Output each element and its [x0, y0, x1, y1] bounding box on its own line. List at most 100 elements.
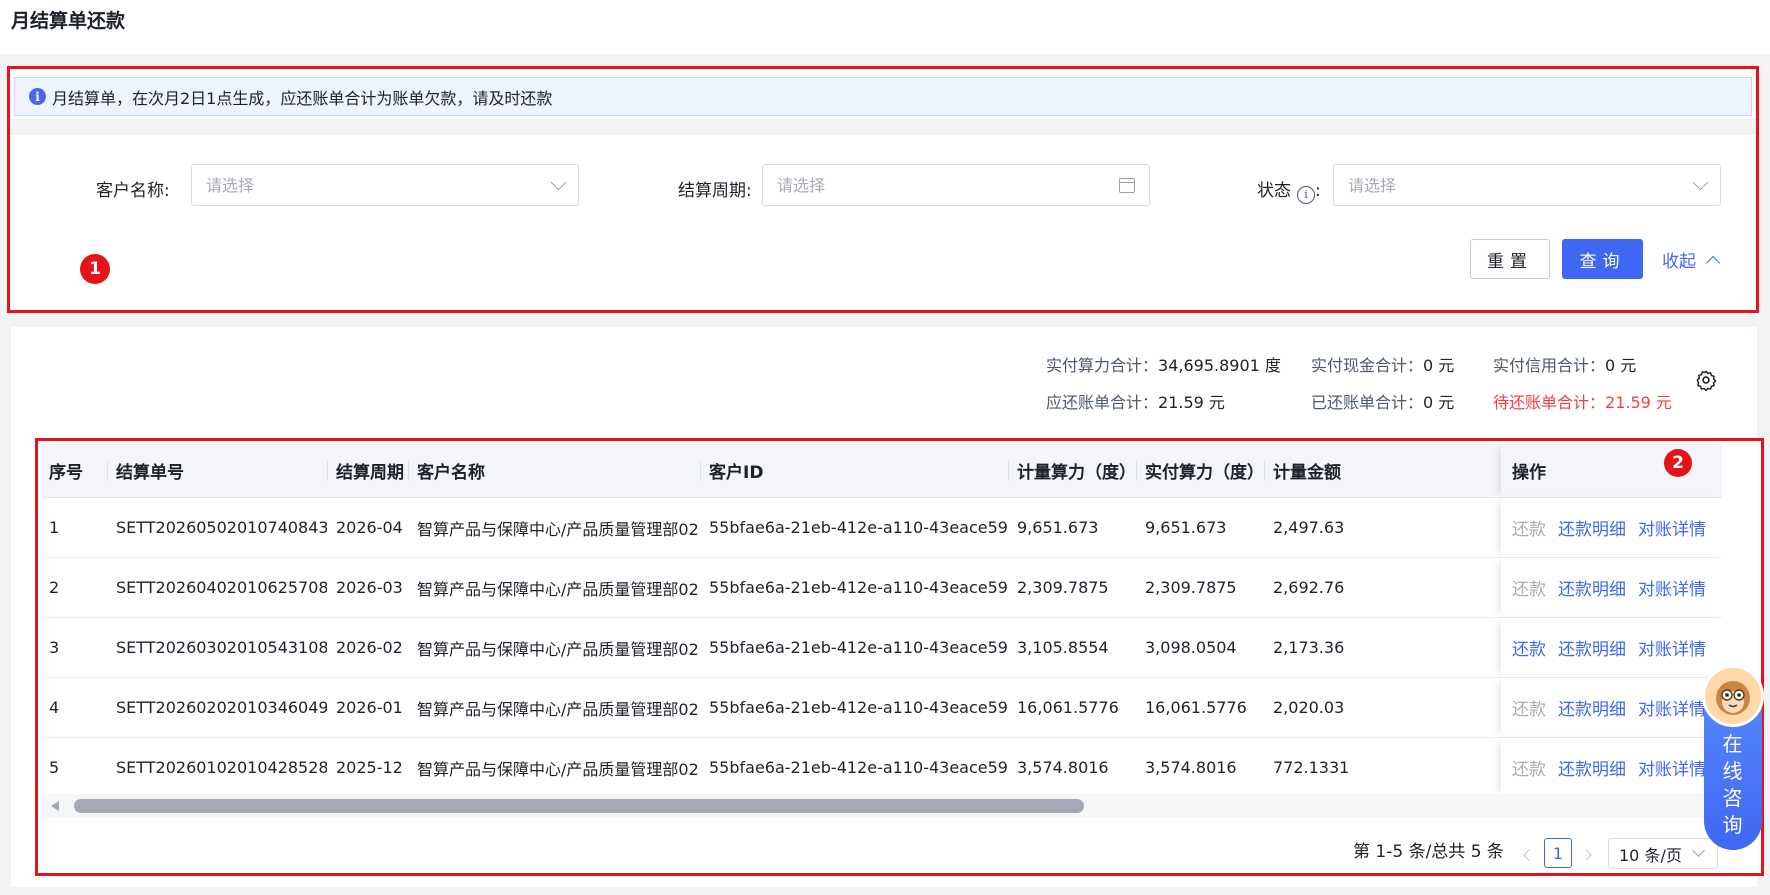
annotation-badge-1: 1: [80, 254, 110, 284]
cell-no: 1: [49, 518, 60, 537]
recon-detail-link[interactable]: 对账详情: [1638, 575, 1706, 600]
cell-amount: 772.1331: [1273, 758, 1350, 777]
cell-period: 2025-12: [336, 758, 403, 777]
cell-ops: 还款 还款明细 对账详情: [1501, 738, 1722, 794]
bill-table: 序号 结算单号 结算周期 客户名称 客户ID 计量算力（度） 实付算力（度） 计…: [41, 444, 1722, 794]
cell-customer-id: 55bfae6a-21eb-412e-a110-43eace594995: [709, 578, 1008, 597]
horizontal-scrollbar[interactable]: [41, 794, 1722, 818]
page-button-current[interactable]: 1: [1544, 838, 1572, 868]
cell-customer: 智算产品与保障中心/产品质量管理部02: [417, 579, 699, 599]
repay-detail-link[interactable]: 还款明细: [1558, 755, 1626, 780]
pagination-summary: 第 1-5 条/总共 5 条: [1353, 842, 1504, 862]
repay-link[interactable]: 还款: [1512, 575, 1546, 600]
status-select-input[interactable]: [1348, 175, 1648, 195]
bill-table-container: 序号 结算单号 结算周期 客户名称 客户ID 计量算力（度） 实付算力（度） 计…: [35, 438, 1764, 876]
status-select[interactable]: [1333, 164, 1721, 206]
cell-no: 5: [49, 758, 60, 777]
chevron-down-icon: [550, 174, 567, 190]
summary-due-bill: 应还账单合计：21.59 元: [1046, 389, 1225, 413]
cell-metered: 16,061.5776: [1017, 698, 1119, 717]
col-header-amount: 计量金额: [1264, 444, 1504, 497]
cell-paid: 16,061.5776: [1145, 698, 1247, 717]
recon-detail-link[interactable]: 对账详情: [1638, 755, 1706, 780]
repay-link[interactable]: 还款: [1512, 515, 1546, 540]
summary-pending-bill: 待还账单合计：21.59 元: [1493, 389, 1672, 413]
status-label: 状态 i:: [1257, 176, 1321, 204]
summary-pending-bill-label: 待还账单合计：: [1493, 393, 1606, 412]
repay-detail-link[interactable]: 还款明细: [1558, 575, 1626, 600]
consult-label: 在线咨询: [1722, 732, 1744, 837]
cell-amount: 2,173.36: [1273, 638, 1345, 657]
cell-customer-id: 55bfae6a-21eb-412e-a110-43eace594995: [709, 518, 1008, 537]
notice-text: 月结算单，在次月2日1点生成，应还账单合计为账单欠款，请及时还款: [52, 88, 553, 108]
cell-no: 2: [49, 578, 60, 597]
page-size-label: 10 条/页: [1619, 845, 1682, 865]
prev-page-icon[interactable]: [1523, 849, 1535, 861]
mascot-avatar-icon: [1702, 665, 1764, 727]
cell-paid: 3,098.0504: [1145, 638, 1237, 657]
collapse-label: 收起: [1662, 252, 1696, 272]
chevron-up-icon: [1705, 255, 1721, 270]
cell-paid: 3,574.8016: [1145, 758, 1237, 777]
cell-bill: SETT20260102010428528000: [116, 758, 327, 777]
col-header-metered: 计量算力（度）: [1008, 444, 1136, 497]
page-size-select[interactable]: 10 条/页: [1608, 838, 1718, 869]
cell-customer: 智算产品与保障中心/产品质量管理部02: [417, 759, 699, 779]
notice-banner: i 月结算单，在次月2日1点生成，应还账单合计为账单欠款，请及时还款: [14, 77, 1752, 116]
next-page-icon[interactable]: [1580, 849, 1592, 861]
summary-actual-credit-value: 0 元: [1605, 356, 1637, 375]
scrollbar-thumb[interactable]: [74, 799, 1084, 813]
repay-link[interactable]: 还款: [1512, 695, 1546, 720]
cell-no: 3: [49, 638, 60, 657]
table-row: 3 SETT20260302010543108000 2026-02 智算产品与…: [41, 618, 1722, 678]
recon-detail-link[interactable]: 对账详情: [1638, 515, 1706, 540]
col-header-paid: 实付算力（度）: [1136, 444, 1264, 497]
collapse-toggle[interactable]: 收起: [1662, 247, 1721, 272]
repay-detail-link[interactable]: 还款明细: [1558, 635, 1626, 660]
summary-actual-cash-label: 实付现金合计：: [1311, 356, 1424, 375]
reset-button[interactable]: 重置: [1470, 239, 1550, 279]
summary-pending-bill-value: 21.59 元: [1605, 393, 1672, 412]
col-header-bill: 结算单号: [107, 444, 327, 497]
customer-select[interactable]: [191, 164, 579, 206]
gear-icon[interactable]: [1695, 369, 1717, 391]
period-picker[interactable]: [762, 164, 1150, 206]
recon-detail-link[interactable]: 对账详情: [1638, 695, 1706, 720]
status-label-colon: :: [1315, 181, 1321, 201]
cell-bill: SETT20260202010346049000: [116, 698, 327, 717]
cell-customer-id: 55bfae6a-21eb-412e-a110-43eace594995: [709, 698, 1008, 717]
table-row: 2 SETT20260402010625708000 2026-03 智算产品与…: [41, 558, 1722, 618]
repay-link[interactable]: 还款: [1512, 755, 1546, 780]
period-label: 结算周期:: [678, 181, 752, 201]
filter-panel: i 月结算单，在次月2日1点生成，应还账单合计为账单欠款，请及时还款 客户名称:…: [7, 66, 1759, 313]
cell-period: 2026-01: [336, 698, 403, 717]
info-circle-icon: i: [29, 88, 46, 105]
summary-actual-power-value: 34,695.8901 度: [1158, 356, 1281, 375]
table-row: 4 SETT20260202010346049000 2026-01 智算产品与…: [41, 678, 1722, 738]
page-header: 月结算单还款: [0, 0, 1770, 54]
customer-select-input[interactable]: [206, 175, 506, 195]
col-header-ops-label: 操作: [1512, 463, 1546, 483]
summary-due-bill-label: 应还账单合计：: [1046, 393, 1159, 412]
cell-no: 4: [49, 698, 60, 717]
summary-due-bill-value: 21.59 元: [1158, 393, 1225, 412]
repay-detail-link[interactable]: 还款明细: [1558, 515, 1626, 540]
repay-detail-link[interactable]: 还款明细: [1558, 695, 1626, 720]
online-consult-button[interactable]: 在线咨询: [1702, 665, 1764, 850]
cell-customer: 智算产品与保障中心/产品质量管理部02: [417, 519, 699, 539]
cell-ops: 还款 还款明细 对账详情: [1501, 498, 1722, 557]
customer-label: 客户名称:: [96, 181, 170, 201]
col-header-no: 序号: [49, 463, 83, 483]
repay-link[interactable]: 还款: [1512, 635, 1546, 660]
cell-paid: 9,651.673: [1145, 518, 1227, 537]
cell-metered: 3,105.8554: [1017, 638, 1109, 657]
info-icon[interactable]: i: [1297, 185, 1315, 204]
period-picker-input[interactable]: [777, 175, 1077, 195]
query-button[interactable]: 查询: [1562, 239, 1643, 279]
recon-detail-link[interactable]: 对账详情: [1638, 635, 1706, 660]
summary-actual-power-label: 实付算力合计：: [1046, 356, 1159, 375]
cell-period: 2026-04: [336, 518, 403, 537]
scroll-left-arrow-icon[interactable]: [51, 801, 59, 811]
summary-paid-bill: 已还账单合计：0 元: [1311, 389, 1454, 413]
cell-ops: 还款 还款明细 对账详情: [1501, 618, 1722, 677]
